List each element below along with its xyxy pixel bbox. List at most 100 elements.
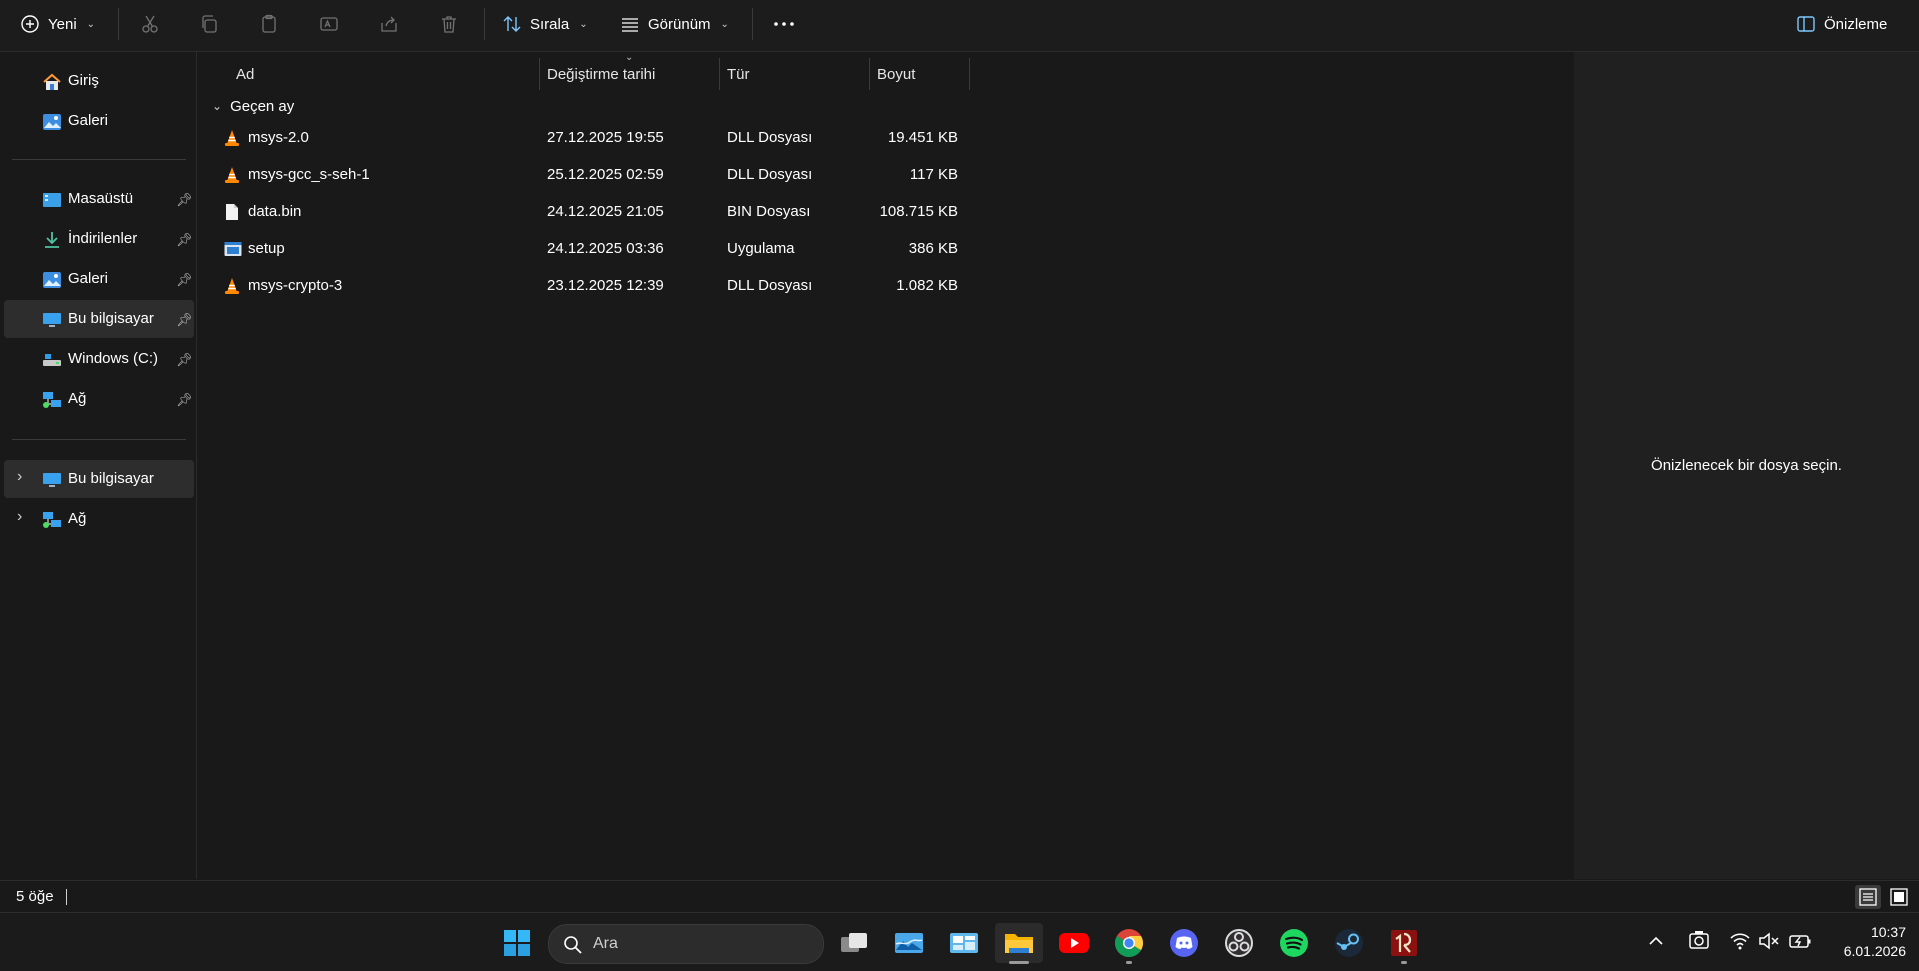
- widgets-icon: [950, 933, 978, 953]
- sidebar-item-this-pc[interactable]: Bu bilgisayar 📌︎: [4, 300, 194, 338]
- sidebar-item-label: Galeri: [68, 270, 109, 287]
- file-size: 386 KB: [908, 240, 958, 257]
- pin-icon[interactable]: 📌︎: [176, 392, 193, 408]
- chevron-right-icon[interactable]: ›: [17, 508, 22, 526]
- start-button[interactable]: [497, 923, 537, 963]
- taskbar-app-widgets[interactable]: [944, 923, 984, 963]
- column-divider[interactable]: [869, 58, 870, 90]
- sidebar-item-windows-c[interactable]: Windows (C:) 📌︎: [4, 340, 194, 378]
- taskbar-app-discord[interactable]: [1164, 923, 1204, 963]
- column-header-type[interactable]: Tür: [727, 58, 750, 90]
- search-icon: [564, 936, 582, 954]
- file-row[interactable]: data.bin 24.12.2025 21:05 BIN Dosyası 10…: [198, 194, 988, 230]
- new-button-label: Yeni: [48, 15, 77, 33]
- taskbar-app-steam[interactable]: [1329, 923, 1369, 963]
- taskbar-app-winrar[interactable]: [1384, 923, 1424, 964]
- show-hidden-icons-button[interactable]: [1648, 933, 1664, 953]
- taskbar-app-youtube[interactable]: [1054, 923, 1094, 963]
- taskbar-search[interactable]: Ara: [548, 924, 824, 964]
- sort-button[interactable]: Sırala ⌄: [502, 6, 588, 42]
- status-divider: [66, 889, 67, 905]
- column-divider[interactable]: [539, 58, 540, 90]
- view-button[interactable]: Görünüm ⌄: [620, 6, 729, 42]
- share-button[interactable]: [379, 6, 399, 42]
- pin-icon[interactable]: 📌︎: [176, 312, 193, 328]
- more-options-button[interactable]: [772, 6, 796, 42]
- pin-icon[interactable]: 📌︎: [176, 232, 193, 248]
- group-header-label: Geçen ay: [230, 97, 295, 115]
- copy-icon: [199, 14, 219, 34]
- clock[interactable]: 10:37 6.01.2026: [1826, 923, 1906, 961]
- preview-empty-message: Önizlenecek bir dosya seçin.: [1651, 457, 1842, 474]
- taskbar-app-obs[interactable]: [1219, 923, 1259, 963]
- taskbar-app-file-explorer[interactable]: [995, 923, 1043, 964]
- tray-app-icon: [1689, 931, 1709, 949]
- column-divider[interactable]: [719, 58, 720, 90]
- sidebar-item-network[interactable]: Ağ 📌︎: [4, 380, 194, 418]
- tree-item-label: Ağ: [68, 510, 87, 527]
- blank-file-icon: [224, 203, 240, 221]
- sidebar-item-desktop[interactable]: Masaüstü 📌︎: [4, 180, 194, 218]
- file-modified: 23.12.2025 12:39: [547, 277, 664, 294]
- column-header-modified[interactable]: Değiştirme tarihi: [547, 58, 655, 90]
- taskbar-app-spotify[interactable]: [1274, 923, 1314, 963]
- large-icons-view-button[interactable]: [1886, 885, 1912, 909]
- delete-button[interactable]: [439, 6, 459, 42]
- file-modified: 24.12.2025 21:05: [547, 203, 664, 220]
- file-row[interactable]: msys-crypto-3 23.12.2025 12:39 DLL Dosya…: [198, 268, 988, 304]
- column-header-label: Boyut: [877, 65, 916, 83]
- view-button-label: Görünüm: [648, 15, 711, 33]
- pin-icon[interactable]: 📌︎: [176, 352, 193, 368]
- file-type: DLL Dosyası: [727, 129, 813, 146]
- computer-icon: [42, 470, 62, 490]
- sidebar-item-gallery-pinned[interactable]: Galeri 📌︎: [4, 260, 194, 298]
- paste-button[interactable]: [259, 6, 279, 42]
- file-row[interactable]: setup 24.12.2025 03:36 Uygulama 386 KB: [198, 231, 988, 267]
- rename-button[interactable]: [319, 6, 339, 42]
- task-view-icon: [841, 933, 867, 952]
- file-modified: 25.12.2025 02:59: [547, 166, 664, 183]
- cut-button[interactable]: [140, 6, 160, 42]
- file-modified: 24.12.2025 03:36: [547, 240, 664, 257]
- pin-icon[interactable]: 📌︎: [176, 192, 193, 208]
- battery-button[interactable]: [1788, 930, 1812, 956]
- task-view-button[interactable]: [834, 923, 874, 963]
- copy-button[interactable]: [199, 6, 219, 42]
- file-type: BIN Dosyası: [727, 203, 811, 220]
- new-button[interactable]: Yeni ⌄: [20, 6, 95, 42]
- sidebar-item-label: Masaüstü: [68, 190, 134, 207]
- sidebar-item-label: İndirilenler: [68, 230, 138, 247]
- file-row[interactable]: msys-gcc_s-seh-1 25.12.2025 02:59 DLL Do…: [198, 157, 988, 193]
- network-status-button[interactable]: [1729, 930, 1751, 956]
- file-name: data.bin: [248, 203, 302, 220]
- application-icon: [224, 240, 242, 258]
- taskbar-app-chrome[interactable]: [1109, 923, 1149, 964]
- file-name: setup: [248, 240, 285, 257]
- tray-app-button[interactable]: [1688, 930, 1710, 956]
- running-indicator: [1401, 961, 1407, 964]
- drive-icon: [42, 350, 62, 370]
- preview-pane-button[interactable]: Önizleme: [1796, 6, 1887, 42]
- sidebar-item-home[interactable]: Giriş: [4, 62, 194, 100]
- file-row[interactable]: msys-2.0 27.12.2025 19:55 DLL Dosyası 19…: [198, 120, 988, 156]
- column-header-name[interactable]: Ad: [236, 58, 254, 90]
- chevron-right-icon[interactable]: ›: [17, 468, 22, 486]
- column-header-size[interactable]: Boyut: [877, 58, 915, 90]
- tree-item-this-pc[interactable]: › Bu bilgisayar: [4, 460, 194, 498]
- pin-icon[interactable]: 📌︎: [176, 272, 193, 288]
- chevron-down-icon: ⌄: [212, 99, 223, 113]
- sidebar-item-gallery[interactable]: Galeri: [4, 102, 194, 140]
- tree-item-network[interactable]: › Ağ: [4, 500, 194, 538]
- toolbar-divider: [484, 8, 485, 40]
- taskbar-app-photos[interactable]: [889, 923, 929, 963]
- file-modified: 27.12.2025 19:55: [547, 129, 664, 146]
- sidebar-item-downloads[interactable]: İndirilenler 📌︎: [4, 220, 194, 258]
- details-view-button[interactable]: [1855, 885, 1881, 909]
- gallery-icon: [42, 270, 62, 290]
- group-header[interactable]: ⌄ Geçen ay: [212, 94, 294, 118]
- status-bar: 5 öğe: [0, 880, 1919, 913]
- rename-icon: [319, 14, 339, 34]
- volume-button[interactable]: [1758, 930, 1780, 956]
- spotify-icon: [1280, 929, 1308, 957]
- column-divider[interactable]: [969, 58, 970, 90]
